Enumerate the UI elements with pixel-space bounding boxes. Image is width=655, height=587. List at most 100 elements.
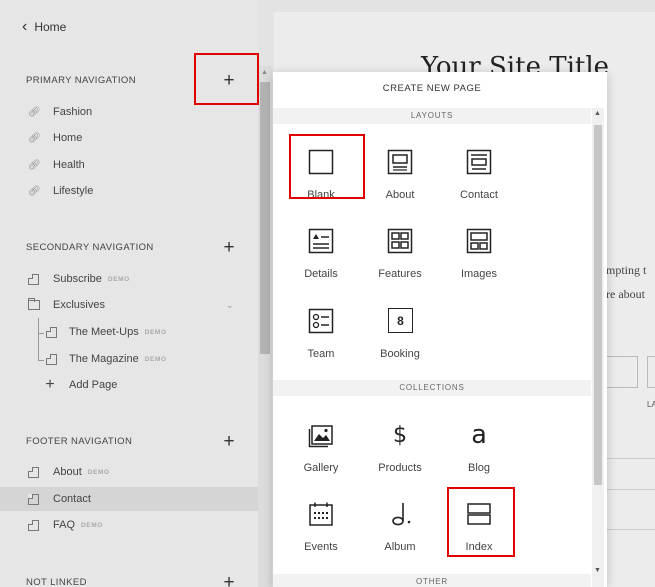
add-secondary-page-button[interactable]: +	[221, 238, 237, 257]
layout-details[interactable]: Details	[286, 223, 356, 293]
booking-number: 8	[397, 313, 404, 328]
scroll-down-icon[interactable]: ▼	[594, 567, 601, 574]
add-page-link[interactable]: + Add Page	[44, 376, 117, 393]
sidebar-scrollbar[interactable]: ▲	[258, 66, 272, 587]
page-icon	[28, 519, 39, 531]
secondary-navigation-title: SECONDARY NAVIGATION	[26, 242, 154, 253]
collection-gallery[interactable]: Gallery	[286, 417, 356, 487]
preview-input-box	[647, 356, 655, 388]
home-back-link[interactable]: ‹ Home	[22, 18, 66, 35]
team-layout-icon	[308, 308, 334, 334]
demo-badge: DEMO	[144, 328, 167, 336]
features-layout-icon	[387, 228, 413, 254]
gallery-icon	[308, 422, 334, 448]
link-icon: 🔗︎	[28, 106, 41, 118]
images-layout-icon	[466, 228, 492, 254]
collection-album[interactable]: Album	[365, 496, 435, 566]
preview-label: LA	[647, 400, 655, 409]
tree-tick	[38, 333, 44, 334]
collections-section-label: COLLECTIONS	[273, 380, 591, 396]
tile-label: About	[385, 189, 415, 201]
highlight-add-primary	[194, 53, 259, 105]
demo-badge: DEMO	[107, 275, 130, 283]
tile-label: Gallery	[303, 462, 339, 474]
page-icon	[28, 273, 39, 285]
blog-icon: a	[466, 420, 492, 450]
tile-label: Album	[384, 541, 416, 553]
scrollbar-thumb[interactable]	[260, 82, 270, 354]
add-unlinked-page-button[interactable]: +	[221, 573, 237, 587]
nav-item-label: Home	[53, 132, 83, 144]
collection-events[interactable]: Events	[286, 496, 356, 566]
scrollbar-thumb[interactable]	[594, 125, 602, 485]
nav-item-contact[interactable]: Contact	[28, 491, 91, 507]
highlight-index	[447, 487, 515, 557]
page-icon	[28, 466, 39, 478]
not-linked-title: NOT LINKED	[26, 577, 87, 587]
plus-icon: +	[45, 376, 55, 393]
preview-divider	[606, 529, 655, 530]
nav-item-exclusives[interactable]: Exclusives	[28, 297, 105, 313]
collection-blog[interactable]: a Blog	[444, 417, 514, 487]
preview-input-box	[606, 356, 638, 388]
layout-about[interactable]: About	[365, 144, 435, 214]
calendar-icon	[308, 501, 334, 527]
layouts-section-label: LAYOUTS	[273, 108, 591, 124]
dollar-symbol: $	[393, 422, 407, 448]
nav-item-subscribe[interactable]: Subscribe DEMO	[28, 271, 130, 287]
nav-item-label: FAQ	[53, 519, 76, 531]
scroll-up-icon[interactable]: ▲	[261, 69, 268, 76]
add-footer-page-button[interactable]: +	[221, 432, 237, 451]
nav-item-health[interactable]: 🔗︎ Health	[28, 157, 85, 173]
nav-item-the-magazine[interactable]: The Magazine DEMO	[46, 351, 167, 367]
layout-images[interactable]: Images	[444, 223, 514, 293]
nav-item-label: Exclusives	[53, 299, 105, 311]
nav-item-label: Lifestyle	[53, 185, 94, 197]
collection-products[interactable]: $ Products	[365, 417, 435, 487]
nav-item-home[interactable]: 🔗︎ Home	[28, 130, 82, 146]
tile-label: Events	[304, 541, 338, 553]
music-note-icon	[387, 501, 413, 527]
nav-item-label: The Magazine	[69, 353, 139, 365]
contact-layout-icon	[466, 149, 492, 175]
modal-title: CREATE NEW PAGE	[382, 83, 482, 94]
preview-divider	[606, 489, 655, 490]
page-icon	[28, 493, 39, 505]
nav-item-fashion[interactable]: 🔗︎ Fashion	[28, 104, 92, 120]
layout-contact[interactable]: Contact	[444, 144, 514, 214]
tile-label: Contact	[460, 189, 498, 201]
preview-text: re about	[606, 287, 645, 301]
layout-team[interactable]: Team	[286, 303, 356, 373]
tree-tick	[38, 360, 44, 361]
scroll-up-arrow[interactable]: ▲	[594, 110, 601, 117]
folder-icon	[28, 298, 40, 310]
tile-label: Details	[304, 268, 338, 280]
about-layout-icon	[387, 149, 413, 175]
nav-item-label: About	[53, 466, 82, 478]
primary-navigation-title: PRIMARY NAVIGATION	[26, 75, 136, 86]
layout-features[interactable]: Features	[365, 223, 435, 293]
tile-label: Team	[307, 348, 335, 360]
nav-item-about[interactable]: About DEMO	[28, 464, 110, 480]
layout-booking[interactable]: 8 Booking	[365, 303, 435, 373]
chevron-down-icon[interactable]: ⌄	[226, 300, 234, 311]
demo-badge: DEMO	[87, 468, 110, 476]
chevron-left-icon: ‹	[22, 18, 28, 35]
nav-item-faq[interactable]: FAQ DEMO	[28, 517, 103, 533]
nav-item-the-meet-ups[interactable]: The Meet-Ups DEMO	[46, 324, 167, 340]
demo-badge: DEMO	[81, 521, 103, 529]
details-layout-icon	[308, 228, 334, 254]
tile-label: Features	[378, 268, 422, 280]
highlight-blank	[289, 134, 365, 199]
preview-divider	[606, 458, 655, 459]
page-icon	[46, 353, 57, 365]
tile-label: Images	[460, 268, 498, 280]
nav-item-lifestyle[interactable]: 🔗︎ Lifestyle	[28, 183, 93, 199]
link-icon: 🔗︎	[28, 159, 41, 171]
tile-label: Blog	[467, 462, 491, 474]
dollar-icon: $	[387, 422, 413, 448]
nav-item-label: Health	[53, 159, 85, 171]
link-icon: 🔗︎	[28, 132, 41, 144]
modal-scrollbar[interactable]: ▲	[592, 108, 604, 587]
nav-item-label: Subscribe	[53, 273, 102, 285]
